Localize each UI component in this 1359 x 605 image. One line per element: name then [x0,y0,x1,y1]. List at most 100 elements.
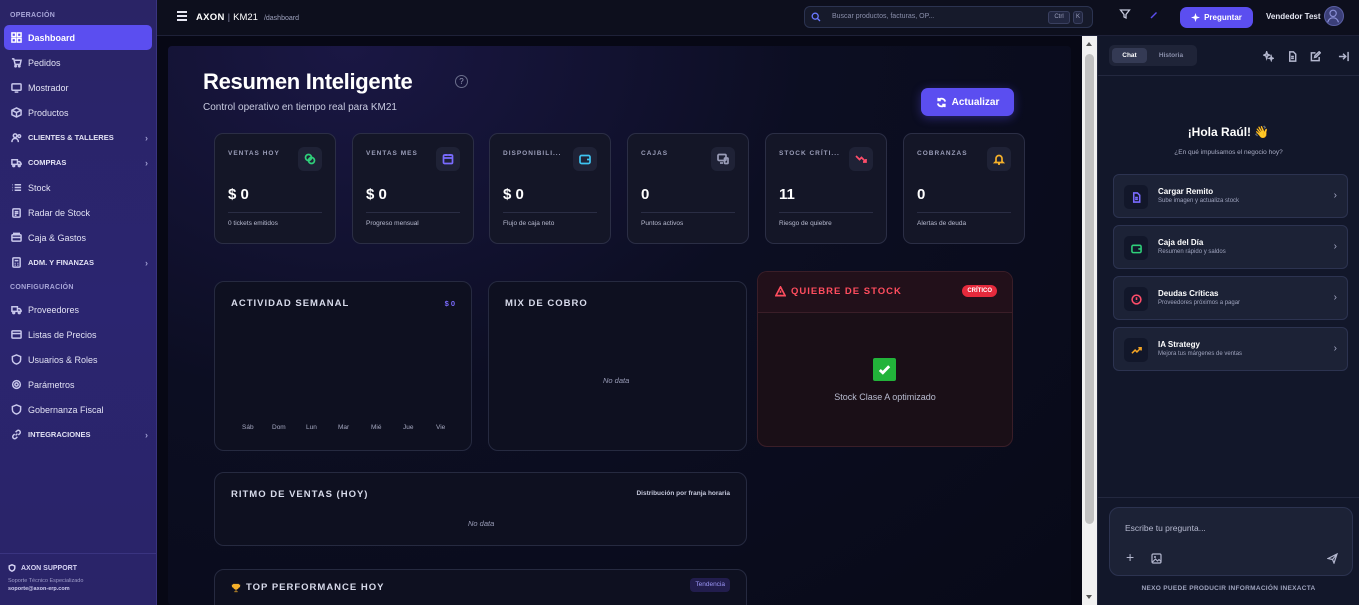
sidebar-item-productos[interactable]: Productos [4,100,152,125]
grid-icon [10,32,22,44]
sparkle-icon [1191,13,1201,22]
kpi-value: 0 [917,186,926,203]
kpi-foot: Flujo de caja neto [503,220,555,227]
section-title-operacion: OPERACIÓN [10,12,56,19]
scrollbar-thumb[interactable] [1085,54,1094,524]
sidebar-item-label: Usuarios & Roles [28,354,98,365]
chat-input[interactable]: Escribe tu pregunta... [1125,523,1206,533]
image-icon[interactable] [1151,553,1162,564]
tab-historia[interactable]: Historia [1151,48,1191,63]
sidebar-item-radar[interactable]: Radar de Stock [4,200,152,225]
kpi-card-cobranzas[interactable]: COBRANZAS 0 Alertas de deuda [903,133,1025,244]
day-label: Sáb [242,424,254,431]
status-badge: CRÍTICO [962,285,997,297]
pencil-icon[interactable] [1149,10,1159,20]
sidebar-item-label: Mostrador [28,82,69,93]
filter-icon[interactable] [1119,8,1131,20]
search-box[interactable]: Buscar productos, facturas, OP... Ctrl K [804,6,1093,28]
avatar[interactable] [1324,6,1344,26]
quick-action-cargar-remito[interactable]: Cargar Remito Sube imagen y actualiza st… [1113,174,1348,218]
mix-cobro-panel: MIX DE COBRO No data [488,281,747,451]
sidebar-item-label: Listas de Precios [28,329,97,340]
day-label: Mié [371,424,382,431]
kpi-card-ventas-hoy[interactable]: VENTAS HOY $ 0 0 tickets emitidos [214,133,336,244]
quick-action-deudas-criticas[interactable]: Deudas Críticas Proveedores próximos a p… [1113,276,1348,320]
truck-icon [10,157,22,169]
section-title-configuracion: CONFIGURACIÓN [10,284,74,291]
quick-action-ia-strategy[interactable]: IA Strategy Mejora tus márgenes de venta… [1113,327,1348,371]
kpi-card-ventas-mes[interactable]: VENTAS MES $ 0 Progreso mensual [352,133,474,244]
calculator-icon [10,257,22,269]
sidebar-group-clientes[interactable]: CLIENTES & TALLERES › [4,125,152,150]
sidebar-group-compras[interactable]: COMPRAS › [4,150,152,175]
edit-icon[interactable] [1310,49,1322,62]
sidebar-item-label: INTEGRACIONES [28,430,91,439]
ask-label: Preguntar [1204,13,1242,22]
plus-icon[interactable]: + [1126,550,1134,564]
collapse-panel-icon[interactable] [1338,49,1349,62]
sidebar-group-finanzas[interactable]: ADM. Y FINANZAS › [4,250,152,275]
panel-title-text: QUIEBRE DE STOCK [791,286,902,297]
topbar: AXON | KM21/dashboard Buscar productos, fa… [157,0,1359,36]
sidebar-item-pedidos[interactable]: Pedidos [4,50,152,75]
sidebar-item-dashboard[interactable]: Dashboard [4,25,152,50]
kpi-value: $ 0 [366,186,387,203]
sidebar-item-label: CLIENTES & TALLERES [28,133,114,142]
scrollbar[interactable] [1082,36,1097,605]
quiebre-stock-panel: QUIEBRE DE STOCK CRÍTICO Stock Clase A o… [757,271,1013,447]
ask-button[interactable]: Preguntar [1180,7,1253,28]
kpi-card-disponibilidad[interactable]: DISPONIBILI... $ 0 Flujo de caja neto [489,133,611,244]
sidebar-item-parametros[interactable]: Parámetros [4,372,152,397]
day-label: Dom [272,424,286,431]
search-input[interactable]: Buscar productos, facturas, OP... [832,13,934,20]
tab-chat[interactable]: Chat [1112,48,1147,63]
ritmo-ventas-panel: RITMO DE VENTAS (HOY) Distribución por f… [214,472,747,546]
list-icon [10,182,22,194]
kpi-card-cajas[interactable]: CAJAS 0 Puntos activos [627,133,749,244]
send-icon[interactable] [1327,553,1338,564]
tendencia-badge[interactable]: Tendencia [690,578,730,592]
sparkles-icon[interactable] [1262,49,1276,63]
scroll-up-arrow[interactable] [1086,42,1092,46]
bell-icon [987,147,1011,171]
sidebar-item-listas[interactable]: Listas de Precios [4,322,152,347]
sidebar-item-label: Gobernanza Fiscal [28,404,104,415]
sidebar-item-usuarios[interactable]: Usuarios & Roles [4,347,152,372]
sidebar-item-stock[interactable]: Stock [4,175,152,200]
sidebar-item-proveedores[interactable]: Proveedores [4,297,152,322]
kpi-value: 0 [641,186,650,203]
support-title-text: AXON SUPPORT [21,564,78,572]
empty-state: No data [468,519,495,528]
quick-action-title: Deudas Críticas [1158,289,1219,298]
quick-action-caja-del-dia[interactable]: Caja del Día Resumen rápido y saldos › [1113,225,1348,269]
help-icon[interactable]: ? [455,75,468,88]
support-email[interactable]: soporte@axon-erp.com [8,586,148,592]
scroll-down-arrow[interactable] [1086,595,1092,599]
box-icon [10,107,22,119]
brand-name: AXON [196,12,225,23]
sidebar-group-integraciones[interactable]: INTEGRACIONES › [4,422,152,447]
user-icon [1327,9,1340,23]
chat-panel: Chat Historia ¡Hola Raúl! 👋 ¿En qué impu… [1097,36,1359,605]
calendar-icon [436,147,460,171]
kpi-value: 11 [779,186,795,203]
refresh-button[interactable]: Actualizar [921,88,1014,116]
actividad-total: $ 0 [444,299,455,308]
chevron-right-icon: › [1333,241,1337,252]
sidebar-item-label: Pedidos [28,57,61,68]
chat-input-box[interactable]: Escribe tu pregunta... + [1109,507,1353,576]
sidebar-item-caja[interactable]: Caja & Gastos [4,225,152,250]
warning-icon [775,286,786,297]
document-icon[interactable] [1287,49,1298,62]
search-icon [811,12,821,22]
kpi-value: $ 0 [228,186,249,203]
quick-action-sub: Mejora tus márgenes de ventas [1158,351,1243,357]
sidebar-item-label: Productos [28,107,69,118]
sidebar-item-gobernanza[interactable]: Gobernanza Fiscal [4,397,152,422]
wallet-icon [1124,236,1148,260]
menu-icon[interactable] [177,11,187,21]
sidebar-item-mostrador[interactable]: Mostrador [4,75,152,100]
day-label: Jue [403,424,414,431]
kpi-card-stock-critico[interactable]: STOCK CRÍTI... 11 Riesgo de quiebre [765,133,887,244]
user-name[interactable]: Vendedor Test [1266,12,1321,21]
